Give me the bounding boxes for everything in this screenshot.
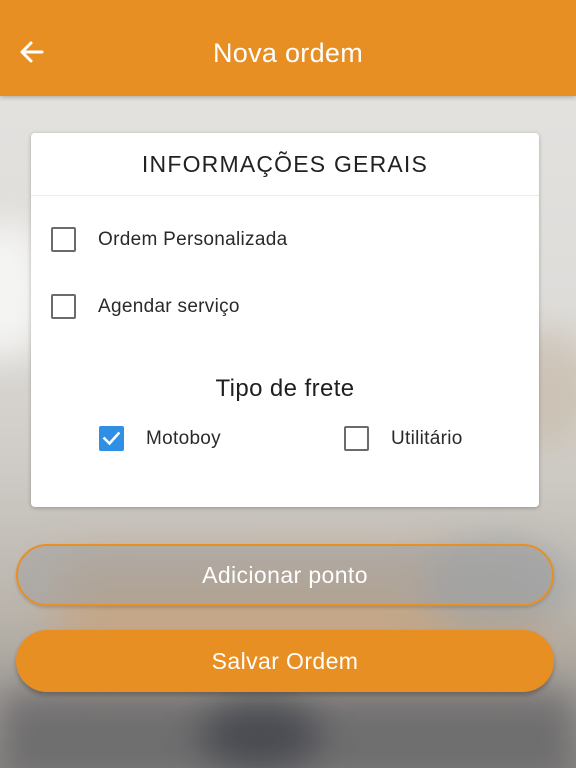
checkbox-checked-icon[interactable] (99, 426, 124, 451)
general-info-card: INFORMAÇÕES GERAIS Ordem Personalizada A… (31, 133, 539, 507)
checkbox-schedule-service[interactable]: Agendar serviço (51, 294, 240, 319)
checkbox-motoboy[interactable]: Motoboy (99, 426, 221, 451)
checkbox-icon[interactable] (344, 426, 369, 451)
app-bar: Nova ordem (0, 0, 576, 96)
checkbox-utilitario[interactable]: Utilitário (344, 426, 463, 451)
save-order-button[interactable]: Salvar Ordem (16, 630, 554, 692)
page-title: Nova ordem (212, 38, 364, 68)
checkbox-custom-order[interactable]: Ordem Personalizada (51, 227, 287, 252)
add-point-button[interactable]: Adicionar ponto (16, 544, 554, 606)
checkbox-label: Agendar serviço (98, 295, 240, 317)
checkbox-label: Motoboy (146, 427, 221, 449)
checkbox-icon[interactable] (51, 227, 76, 252)
checkbox-icon[interactable] (51, 294, 76, 319)
checkbox-label: Ordem Personalizada (98, 228, 288, 250)
checkbox-label: Utilitário (391, 427, 463, 449)
card-heading: INFORMAÇÕES GERAIS (31, 133, 539, 196)
freight-type-heading: Tipo de frete (215, 375, 355, 402)
